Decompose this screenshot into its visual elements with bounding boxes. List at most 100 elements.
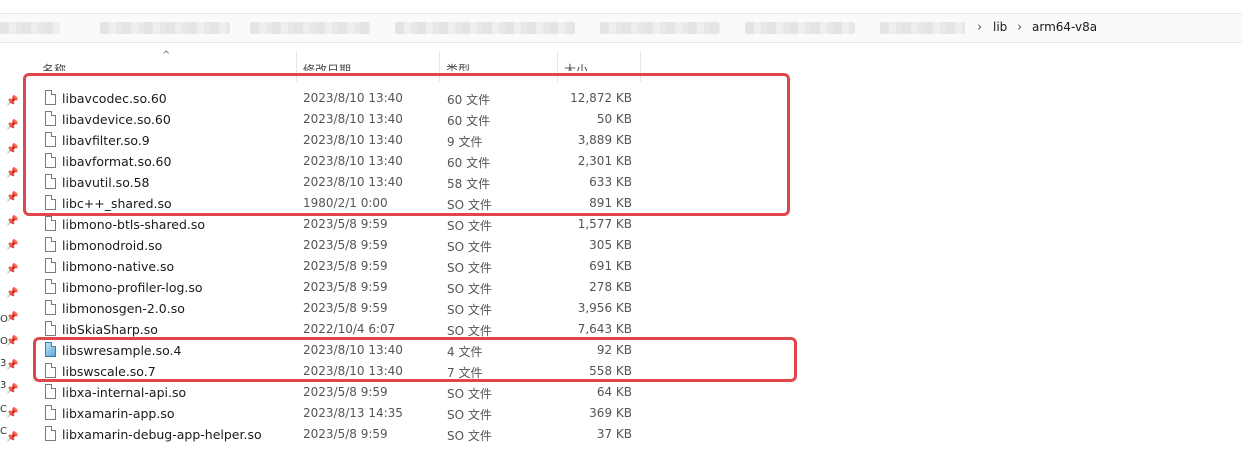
redacted-path-segment (395, 22, 575, 34)
file-date: 2023/5/8 9:59 (303, 385, 388, 399)
file-type: SO 文件 (447, 219, 492, 233)
column-header-name[interactable]: ^ 名称 (22, 50, 297, 82)
file-date: 2023/5/8 9:59 (303, 301, 388, 315)
file-type: 58 文件 (447, 177, 491, 191)
table-row[interactable]: libxamarin-app.so 2023/8/13 14:35 SO 文件 … (22, 403, 1242, 424)
column-header-date[interactable]: 修改日期 (297, 52, 440, 82)
table-row[interactable]: libmono-profiler-log.so 2023/5/8 9:59 SO… (22, 277, 1242, 298)
file-size: 1,577 KB (577, 217, 632, 231)
pin-icon: 📌 (6, 192, 19, 203)
path-field[interactable]: › lib › arm64-v8a (0, 13, 1242, 43)
column-size-label: 大小 (564, 63, 589, 71)
table-row[interactable]: libc++_shared.so 1980/2/1 0:00 SO 文件 891… (22, 193, 1242, 214)
image-file-icon (45, 342, 57, 357)
file-name: libavdevice.so.60 (62, 112, 171, 127)
column-date-label: 修改日期 (303, 63, 352, 71)
file-type: SO 文件 (447, 282, 492, 296)
file-type: SO 文件 (447, 429, 492, 443)
file-date: 2022/10/4 6:07 (303, 322, 396, 336)
file-date: 2023/5/8 9:59 (303, 427, 388, 441)
column-header: ^ 名称 修改日期 类型 大小 (22, 50, 1242, 82)
table-row[interactable]: libavcodec.so.60 2023/8/10 13:40 60 文件 1… (22, 88, 1242, 109)
table-row[interactable]: libavfilter.so.9 2023/8/10 13:40 9 文件 3,… (22, 130, 1242, 151)
column-type-label: 类型 (446, 63, 471, 71)
file-icon (45, 174, 57, 189)
breadcrumb-lib[interactable]: lib (993, 20, 1007, 34)
file-size: 3,956 KB (577, 301, 632, 315)
file-size: 2,301 KB (577, 154, 632, 168)
table-row[interactable]: libxa-internal-api.so 2023/5/8 9:59 SO 文… (22, 382, 1242, 403)
nav-item-fragment: O (0, 314, 8, 325)
column-header-size[interactable]: 大小 (558, 52, 641, 82)
pin-icon: 📌 (6, 144, 19, 155)
file-name: libmono-btls-shared.so (62, 217, 206, 232)
file-size: 7,643 KB (577, 322, 632, 336)
file-size: 3,889 KB (577, 133, 632, 147)
file-icon (45, 111, 57, 126)
nav-item-fragment: 3 (0, 380, 7, 391)
file-type: 60 文件 (447, 156, 491, 170)
file-icon (45, 384, 57, 399)
file-name: libmonodroid.so (62, 238, 163, 253)
pin-icon: 📌 (6, 216, 19, 227)
file-name: libxamarin-debug-app-helper.so (62, 427, 262, 442)
file-type: SO 文件 (447, 240, 492, 254)
file-type: SO 文件 (447, 387, 492, 401)
file-date: 2023/8/10 13:40 (303, 364, 403, 378)
table-row[interactable]: libavutil.so.58 2023/8/10 13:40 58 文件 63… (22, 172, 1242, 193)
file-size: 633 KB (589, 175, 632, 189)
file-size: 37 KB (596, 427, 632, 441)
table-row[interactable]: libswscale.so.7 2023/8/10 13:40 7 文件 558… (22, 361, 1242, 382)
file-size: 891 KB (589, 196, 632, 210)
table-row[interactable]: libmono-native.so 2023/5/8 9:59 SO 文件 69… (22, 256, 1242, 277)
table-row[interactable]: libswresample.so.4 2023/8/10 13:40 4 文件 … (22, 340, 1242, 361)
file-size: 278 KB (589, 280, 632, 294)
table-row[interactable]: libmono-btls-shared.so 2023/5/8 9:59 SO … (22, 214, 1242, 235)
pin-icon: 📌 (6, 360, 19, 371)
file-size: 64 KB (596, 385, 632, 399)
table-row[interactable]: libmonosgen-2.0.so 2023/5/8 9:59 SO 文件 3… (22, 298, 1242, 319)
nav-item-fragment: 3 (0, 358, 7, 369)
file-icon (45, 216, 57, 231)
nav-item-fragment: O (0, 336, 8, 347)
chevron-right-icon: › (1017, 20, 1023, 35)
table-row[interactable]: libavdevice.so.60 2023/8/10 13:40 60 文件 … (22, 109, 1242, 130)
file-date: 2023/8/10 13:40 (303, 91, 403, 105)
chevron-right-icon: › (977, 20, 983, 35)
file-date: 2023/5/8 9:59 (303, 238, 388, 252)
file-name: libavformat.so.60 (62, 154, 172, 169)
file-icon (45, 300, 57, 315)
file-date: 2023/8/13 14:35 (303, 406, 403, 420)
table-row[interactable]: libxamarin-debug-app-helper.so 2023/5/8 … (22, 424, 1242, 445)
file-type: 7 文件 (447, 366, 483, 380)
file-type: SO 文件 (447, 198, 492, 212)
pin-icon: 📌 (6, 168, 19, 179)
file-date: 2023/8/10 13:40 (303, 112, 403, 126)
file-date: 2023/8/10 13:40 (303, 133, 403, 147)
file-type: 60 文件 (447, 114, 491, 128)
file-date: 2023/8/10 13:40 (303, 343, 403, 357)
breadcrumb-arm64-v8a[interactable]: arm64-v8a (1032, 20, 1097, 34)
file-icon (45, 321, 57, 336)
redacted-path-segment (0, 22, 60, 34)
table-row[interactable]: libavformat.so.60 2023/8/10 13:40 60 文件 … (22, 151, 1242, 172)
file-name: libswresample.so.4 (62, 343, 182, 358)
file-icon (45, 363, 57, 378)
file-name: libavfilter.so.9 (62, 133, 150, 148)
file-date: 2023/5/8 9:59 (303, 280, 388, 294)
address-bar: › lib › arm64-v8a (0, 0, 1242, 52)
file-name: libmonosgen-2.0.so (62, 301, 185, 316)
column-name-label: 名称 (42, 63, 67, 71)
file-type: SO 文件 (447, 324, 492, 338)
pin-icon: 📌 (6, 432, 19, 443)
navigation-pane: 📌 📌 📌 📌 📌 📌 📌 📌 📌 📌 📌 📌 📌 📌 📌 O O 3 3 C … (0, 52, 22, 457)
file-size: 691 KB (589, 259, 632, 273)
table-row[interactable]: libmonodroid.so 2023/5/8 9:59 SO 文件 305 … (22, 235, 1242, 256)
file-size: 50 KB (596, 112, 632, 126)
column-header-type[interactable]: 类型 (440, 52, 558, 82)
file-icon (45, 279, 57, 294)
table-row[interactable]: libSkiaSharp.so 2022/10/4 6:07 SO 文件 7,6… (22, 319, 1242, 340)
file-type: 60 文件 (447, 93, 491, 107)
file-name: libavutil.so.58 (62, 175, 150, 190)
pin-icon: 📌 (6, 408, 19, 419)
